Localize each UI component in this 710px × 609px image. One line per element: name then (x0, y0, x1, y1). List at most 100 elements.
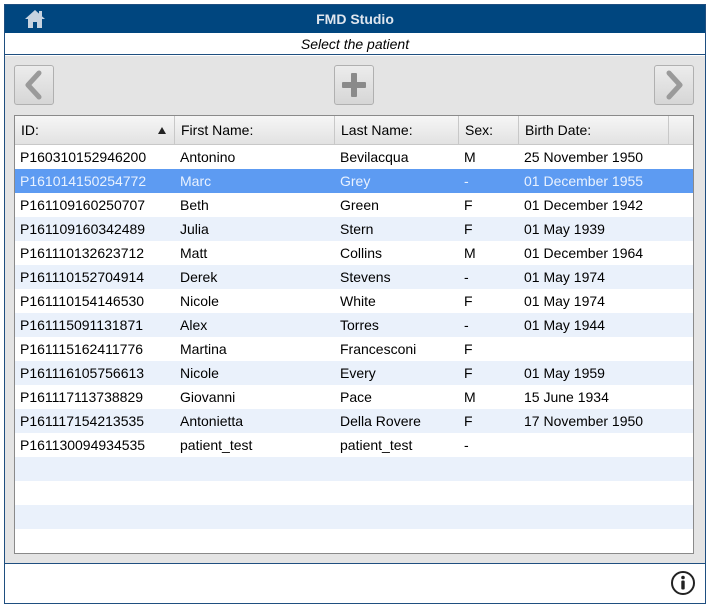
cell-birth: 25 November 1950 (524, 149, 644, 165)
cell-sex: F (464, 413, 473, 429)
cell-sex: - (464, 269, 469, 285)
empty-row (15, 505, 693, 529)
cell-first: Julia (180, 221, 209, 237)
cell-last: patient_test (340, 437, 413, 453)
cell-id: P161110152704914 (20, 269, 145, 285)
cell-birth (519, 337, 669, 361)
table-row[interactable]: P161115162411776 Martina Francesconi F (15, 337, 693, 361)
cell-sex: F (464, 197, 473, 213)
table-row[interactable]: P161110154146530 Nicole White F 01 May 1974 (15, 289, 693, 313)
cell-sex: F (464, 221, 473, 237)
cell-id: P161014150254772 (20, 173, 147, 189)
cell-birth: 17 November 1950 (524, 413, 644, 429)
page-subtitle: Select the patient (5, 33, 705, 55)
table-row[interactable]: P161110152704914 Derek Stevens - 01 May 1974 (15, 265, 693, 289)
cell-id: P161109160250707 (20, 197, 146, 213)
table-body: P160310152946200 Antonino Bevilacqua M 25 No… (15, 145, 693, 553)
footer-bar (5, 563, 705, 603)
plus-icon (342, 73, 366, 97)
cell-birth: 01 December 1955 (524, 173, 644, 189)
table-row[interactable]: P161110132623712 Matt Collins M 01 December … (15, 241, 693, 265)
cell-sex: - (464, 173, 469, 189)
cell-id: P161117113738829 (20, 389, 144, 405)
column-header-sex[interactable]: Sex: (459, 116, 519, 145)
cell-first: Antonino (180, 149, 236, 165)
table-row[interactable]: P160310152946200 Antonino Bevilacqua M 25 No… (15, 145, 693, 169)
cell-sex: M (464, 389, 476, 405)
cell-last: Collins (340, 245, 383, 261)
next-button[interactable] (654, 65, 694, 105)
column-header-first-name[interactable]: First Name: (175, 116, 335, 145)
cell-id: P160310152946200 (20, 149, 147, 165)
add-patient-button[interactable] (334, 65, 374, 105)
table-row[interactable]: P161115091131871 Alex Torres - 01 May 1944 (15, 313, 693, 337)
cell-first: Alex (180, 317, 208, 333)
cell-sex: F (464, 293, 473, 309)
previous-button[interactable] (14, 65, 54, 105)
cell-last: Pace (340, 389, 372, 405)
cell-first: Antonietta (180, 413, 244, 429)
cell-id: P161109160342489 (20, 221, 146, 237)
cell-birth: 01 December 1964 (524, 245, 644, 261)
cell-id: P161110154146530 (20, 293, 145, 309)
table-row[interactable]: P161130094934535 patient_test patient_test… (15, 433, 693, 457)
cell-birth: 01 May 1974 (524, 293, 605, 309)
cell-birth: 01 May 1944 (524, 317, 605, 333)
table-header: ID: First Name: Last Name: Sex: Birth Da… (15, 116, 693, 145)
column-header-birth-date[interactable]: Birth Date: (519, 116, 669, 145)
cell-sex: F (464, 341, 473, 357)
cell-last: Every (340, 365, 376, 381)
cell-id: P161110132623712 (20, 245, 145, 261)
cell-sex: - (464, 437, 469, 453)
cell-birth: 01 May 1939 (524, 221, 605, 237)
info-icon[interactable] (670, 570, 696, 596)
cell-id: P161130094934535 (20, 437, 146, 453)
app-window: FMD Studio Select the patient ID: First … (4, 4, 706, 604)
table-row[interactable]: P161109160342489 Julia Stern F 01 May 1939 (15, 217, 693, 241)
cell-sex: M (464, 149, 476, 165)
cell-first: Matt (180, 245, 208, 261)
cell-birth: 01 May 1974 (524, 269, 605, 285)
cell-first: Beth (180, 197, 209, 213)
patient-table: ID: First Name: Last Name: Sex: Birth Da… (14, 115, 694, 554)
cell-id: P161115091131871 (20, 317, 144, 333)
column-header-last-name[interactable]: Last Name: (335, 116, 459, 145)
cell-last: Torres (340, 317, 379, 333)
empty-row (15, 529, 693, 553)
cell-last: Stevens (340, 269, 391, 285)
table-row[interactable]: P161117154213535 Antonietta Della Rovere F 1… (15, 409, 693, 433)
cell-birth: 01 December 1942 (524, 197, 644, 213)
cell-first: patient_test (180, 437, 253, 453)
chevron-right-icon (666, 70, 683, 100)
table-row[interactable]: P161117113738829 Giovanni Pace M 15 June 193… (15, 385, 693, 409)
table-row[interactable]: P161116105756613 Nicole Every F 01 May 1959 (15, 361, 693, 385)
cell-last: Della Rovere (340, 413, 421, 429)
cell-first: Marc (180, 173, 212, 189)
cell-last: Stern (340, 221, 374, 237)
cell-birth (519, 433, 669, 457)
cell-id: P161115162411776 (20, 341, 144, 357)
title-bar: FMD Studio (5, 5, 705, 33)
sort-ascending-icon (158, 127, 166, 134)
cell-sex: M (464, 245, 476, 261)
cell-last: Grey (340, 173, 371, 189)
cell-last: Francesconi (340, 341, 417, 357)
empty-row (15, 457, 693, 481)
column-header-id[interactable]: ID: (15, 116, 175, 145)
cell-id: P161117154213535 (20, 413, 145, 429)
cell-first: Giovanni (180, 389, 236, 405)
cell-id: P161116105756613 (20, 365, 145, 381)
cell-first: Nicole (180, 293, 219, 309)
patient-panel: ID: First Name: Last Name: Sex: Birth Da… (5, 56, 705, 563)
cell-birth: 01 May 1959 (524, 365, 605, 381)
cell-last: White (340, 293, 376, 309)
table-row[interactable]: P161109160250707 Beth Green F 01 December 19… (15, 193, 693, 217)
app-title: FMD Studio (316, 11, 394, 27)
cell-last: Green (340, 197, 379, 213)
chevron-left-icon (25, 70, 42, 100)
cell-first: Derek (180, 269, 218, 285)
cell-sex: - (464, 317, 469, 333)
cell-last: Bevilacqua (340, 149, 409, 165)
table-row[interactable]: P161014150254772 Marc Grey - 01 December 195… (15, 169, 693, 193)
empty-row (15, 481, 693, 505)
